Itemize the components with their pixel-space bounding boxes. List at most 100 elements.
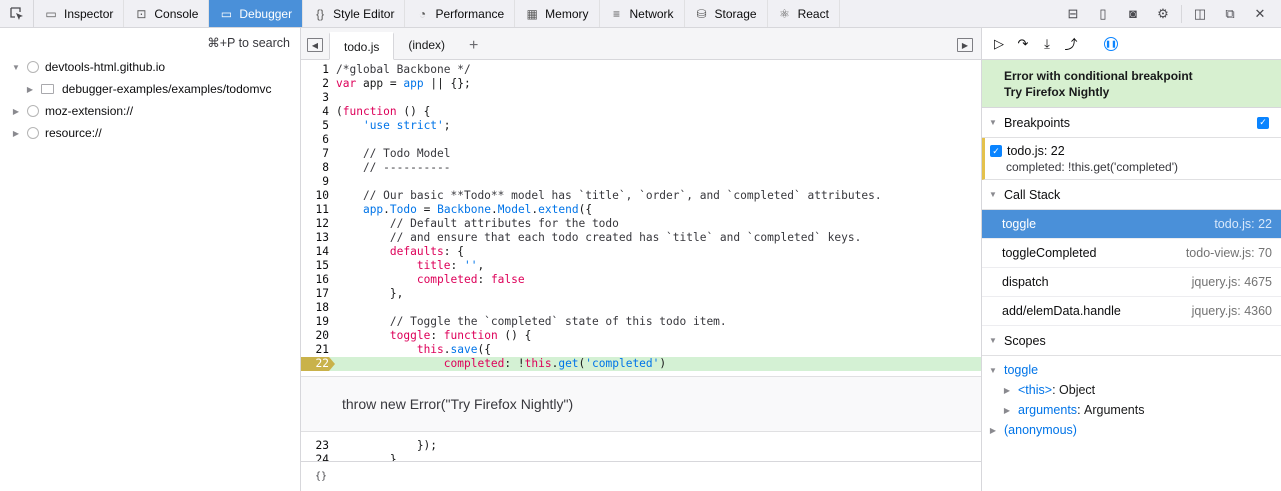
code-line: 17 }, [301,287,981,301]
toggle-all-breakpoints-checkbox[interactable]: ✓ [1257,116,1269,129]
tree-item-host[interactable]: ▼ devtools-html.github.io [0,56,300,78]
tab-style-editor[interactable]: {} Style Editor [303,0,406,27]
tab-performance[interactable]: ◔ Performance [405,0,516,27]
tab-label: React [797,6,829,21]
breakpoint-marker[interactable]: 22 [301,357,335,371]
error-message-widget: throw new Error("Try Firefox Nightly") [301,376,981,432]
line-number[interactable]: 10 [301,189,329,203]
frames-button[interactable]: ⊟ [1058,0,1088,28]
line-number[interactable]: 20 [301,329,329,343]
tab-storage[interactable]: ⛁ Storage [685,0,768,27]
tree-item-label: moz-extension:// [45,104,134,118]
pause-on-exceptions-button[interactable]: ❚❚ [1104,36,1118,51]
stack-frame[interactable]: toggle todo.js: 22 [982,210,1281,239]
toggle-sources-button[interactable]: ◀ [307,38,323,52]
line-number[interactable]: 18 [301,301,329,315]
settings-button[interactable]: ⚙ [1148,0,1178,28]
tab-debugger[interactable]: ▭ Debugger [209,0,304,27]
chevron-down-icon: ▼ [12,62,20,72]
line-number[interactable]: 17 [301,287,329,301]
scopes-tree: ▼ toggle ▶ <this>: Object ▶ arguments: A… [982,356,1281,440]
editor-tab-todo-js[interactable]: todo.js [329,32,395,60]
responsive-button[interactable]: ▯ [1088,0,1118,28]
line-number[interactable]: 6 [301,133,329,147]
line-number[interactable]: 13 [301,231,329,245]
editor-tab-index[interactable]: (index) [394,31,459,59]
scopes-header[interactable]: ▼ Scopes [982,326,1281,356]
tab-console[interactable]: ⊡ Console [124,0,210,27]
scope-variable[interactable]: ▶ <this>: Object [982,380,1281,400]
close-button[interactable]: ✕ [1245,0,1275,28]
toggle-debug-pane-button[interactable]: ▶ [957,38,973,52]
chevron-down-icon: ▼ [989,365,997,375]
debugger-icon: ▭ [220,6,233,21]
new-tab-button[interactable]: + [459,37,488,55]
line-number[interactable]: 4 [301,105,329,119]
line-number[interactable]: 23 [301,439,329,453]
line-number[interactable]: 12 [301,217,329,231]
performance-icon: ◔ [418,6,427,21]
step-out-button[interactable]: ⤴ [1062,35,1080,53]
call-stack-header[interactable]: ▼ Call Stack [982,180,1281,210]
line-number[interactable]: 15 [301,259,329,273]
secondary-pane: ▷ ↷ ⤓ ⤴ ❚❚ Error with conditional breakp… [981,28,1281,491]
line-number[interactable]: 7 [301,147,329,161]
tab-label: Network [629,6,674,21]
code-text: // Default attributes for the todo [336,217,619,230]
line-number[interactable]: 1 [301,63,329,77]
pause-reason-message: Try Firefox Nightly [1004,85,1110,99]
code-line: 23 }); [301,439,981,453]
pause-reason-banner: Error with conditional breakpoint Try Fi… [982,60,1281,108]
line-number[interactable]: 14 [301,245,329,259]
element-picker-button[interactable] [0,0,34,27]
line-number[interactable]: 16 [301,273,329,287]
step-in-icon: ⤓ [1044,35,1050,51]
line-number[interactable]: 19 [301,315,329,329]
code-line: 16 completed: false [301,273,981,287]
step-over-button[interactable]: ↷ [1014,35,1032,53]
line-number[interactable]: 3 [301,91,329,105]
braces-icon: {} [316,6,325,21]
line-number[interactable]: 11 [301,203,329,217]
tree-item-resource[interactable]: ▶ resource:// [0,122,300,144]
line-number[interactable]: 21 [301,343,329,357]
tree-item-folder[interactable]: ▶ debugger-examples/examples/todomvc [0,78,300,100]
breakpoint-checkbox[interactable]: ✓ [990,145,1002,157]
scope-item[interactable]: ▶ (anonymous) [982,420,1281,440]
tab-label: Style Editor [333,6,395,21]
line-number[interactable]: 2 [301,77,329,91]
breakpoint-item[interactable]: ✓ todo.js: 22 completed: !this.get('comp… [982,138,1281,180]
scope-item[interactable]: ▼ toggle [982,360,1281,380]
tab-network[interactable]: ≡ Network [600,0,685,27]
scope-name: (anonymous) [1004,423,1077,437]
undock-button[interactable]: ⧉ [1215,0,1245,28]
tree-item-moz-extension[interactable]: ▶ moz-extension:// [0,100,300,122]
frames-icon: ⊟ [1067,5,1079,21]
code-text: // Toggle the `completed` state of this … [336,315,727,328]
breakpoints-header[interactable]: ▼ Breakpoints ✓ [982,108,1281,138]
tab-memory[interactable]: ▦ Memory [515,0,600,27]
code-text: }, [336,453,404,461]
tab-react[interactable]: ⚛ React [768,0,840,27]
screenshot-button[interactable]: ◙ [1118,0,1148,28]
line-number[interactable]: 24 [301,453,329,461]
tab-inspector[interactable]: ▭ Inspector [34,0,125,27]
play-icon: ▷ [994,35,1004,51]
stack-frame[interactable]: add/elemData.handle jquery.js: 4360 [982,297,1281,326]
search-hint[interactable]: ⌘+P to search [0,28,300,56]
pretty-print-button[interactable]: {} [315,471,327,482]
toolbar-separator [1181,4,1182,23]
resume-button[interactable]: ▷ [990,35,1008,53]
line-number[interactable]: 5 [301,119,329,133]
dock-side-button[interactable]: ◫ [1185,0,1215,28]
line-number[interactable]: 9 [301,175,329,189]
scope-variable[interactable]: ▶ arguments: Arguments [982,400,1281,420]
plus-icon: + [469,36,479,54]
stack-frame[interactable]: toggleCompleted todo-view.js: 70 [982,239,1281,268]
code-view[interactable]: 1 /*global Backbone */ 2 var app = app || … [301,60,981,461]
step-in-button[interactable]: ⤓ [1038,35,1056,53]
stack-frame[interactable]: dispatch jquery.js: 4675 [982,268,1281,297]
line-number[interactable]: 8 [301,161,329,175]
section-title: Breakpoints [1004,115,1071,130]
sources-pane: ⌘+P to search ▼ devtools-html.github.io … [0,28,301,491]
